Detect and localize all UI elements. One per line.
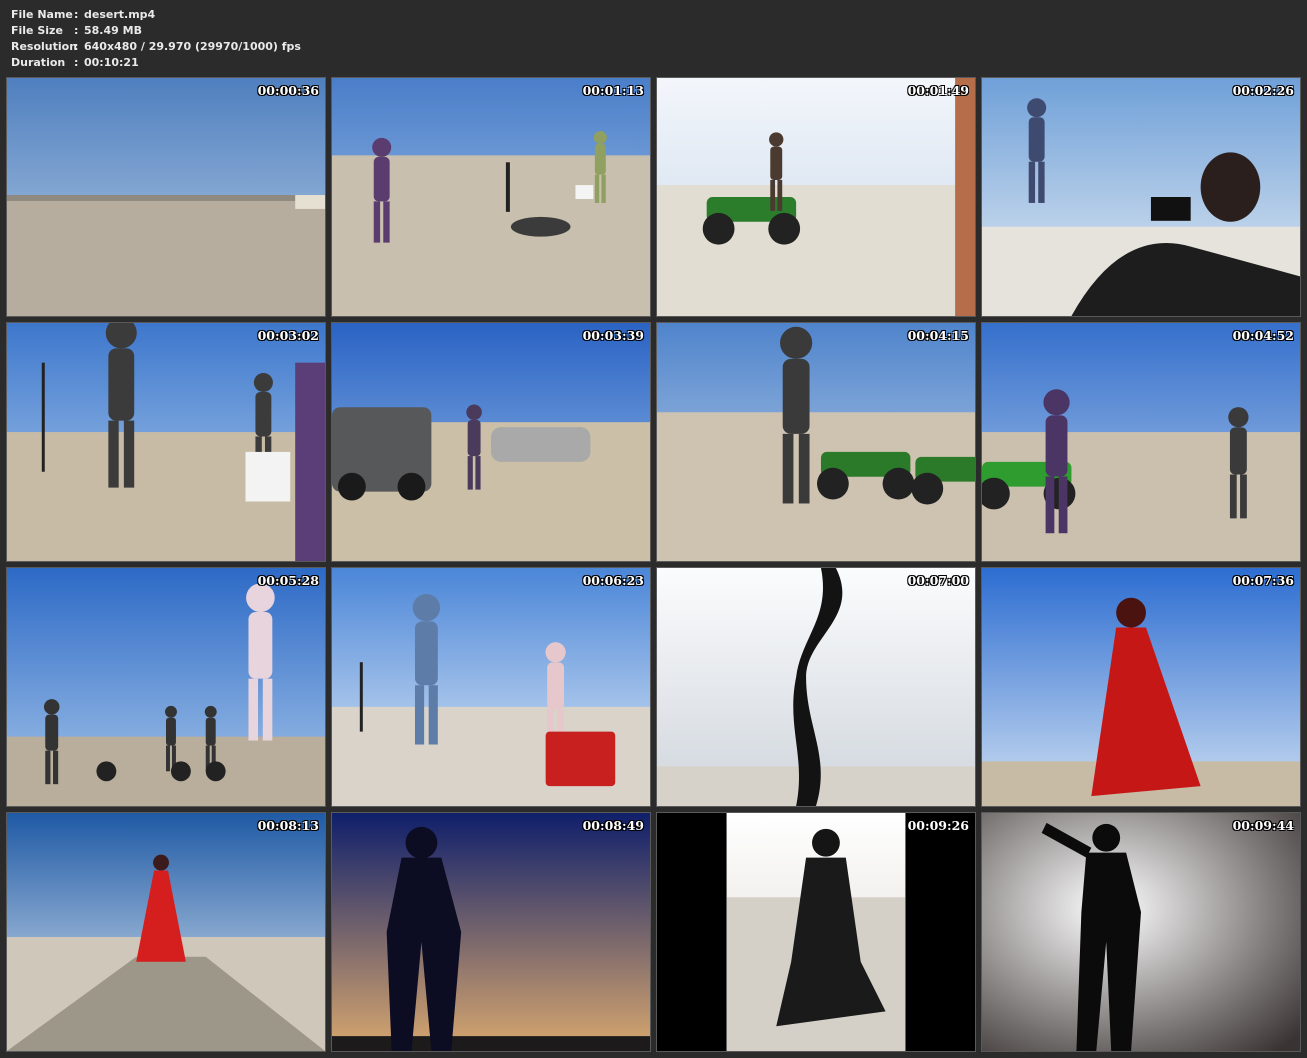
thumbnail-timestamp: 00:09:44 (1232, 818, 1294, 833)
separator: : (74, 40, 79, 53)
thumbnail-timestamp: 00:07:36 (1232, 573, 1294, 588)
thumbnail-frame-image (7, 813, 325, 1051)
resolution-label: Resolution (11, 40, 78, 53)
video-thumbnail[interactable]: 00:01:49 (656, 77, 976, 317)
thumbnail-frame-image (332, 323, 650, 561)
video-thumbnail[interactable]: 00:04:52 (981, 322, 1301, 562)
file-size-row: File Size : 58.49 MB (11, 23, 301, 39)
thumbnail-timestamp: 00:01:13 (582, 83, 644, 98)
video-thumbnail[interactable]: 00:03:02 (6, 322, 326, 562)
thumbnail-timestamp: 00:01:49 (907, 83, 969, 98)
video-thumbnail[interactable]: 00:05:28 (6, 567, 326, 807)
resolution-row: Resolution : 640x480 / 29.970 (29970/100… (11, 39, 301, 55)
video-thumbnail[interactable]: 00:09:26 (656, 812, 976, 1052)
separator: : (74, 56, 79, 69)
thumbnail-frame-image (657, 568, 975, 806)
thumbnail-timestamp: 00:04:52 (1232, 328, 1294, 343)
thumbnail-timestamp: 00:03:02 (257, 328, 319, 343)
thumbnail-frame-image (657, 813, 975, 1051)
thumbnail-frame-image (982, 323, 1300, 561)
thumbnail-timestamp: 00:03:39 (582, 328, 644, 343)
thumbnail-timestamp: 00:02:26 (1232, 83, 1294, 98)
video-thumbnail[interactable]: 00:02:26 (981, 77, 1301, 317)
thumbnail-timestamp: 00:07:00 (907, 573, 969, 588)
video-thumbnail[interactable]: 00:09:44 (981, 812, 1301, 1052)
separator: : (74, 24, 79, 37)
thumbnail-frame-image (7, 323, 325, 561)
thumbnail-frame-image (982, 813, 1300, 1051)
video-thumbnail[interactable]: 00:00:36 (6, 77, 326, 317)
thumbnail-frame-image (982, 78, 1300, 316)
video-thumbnail[interactable]: 00:08:49 (331, 812, 651, 1052)
thumbnail-frame-image (657, 323, 975, 561)
file-size-label: File Size (11, 24, 63, 37)
thumbnail-frame-image (657, 78, 975, 316)
duration-label: Duration (11, 56, 66, 69)
thumbnail-timestamp: 00:04:15 (907, 328, 969, 343)
video-thumbnail[interactable]: 00:08:13 (6, 812, 326, 1052)
thumbnail-timestamp: 00:08:49 (582, 818, 644, 833)
video-thumbnail[interactable]: 00:04:15 (656, 322, 976, 562)
file-size-value: 58.49 MB (84, 24, 142, 37)
thumbnail-frame-image (332, 813, 650, 1051)
resolution-value: 640x480 / 29.970 (29970/1000) fps (84, 40, 301, 53)
separator: : (74, 8, 79, 21)
thumbnail-frame-image (7, 78, 325, 316)
thumbnail-timestamp: 00:08:13 (257, 818, 319, 833)
video-thumbnail[interactable]: 00:06:23 (331, 567, 651, 807)
video-thumbnail[interactable]: 00:03:39 (331, 322, 651, 562)
file-name-value: desert.mp4 (84, 8, 156, 21)
file-name-row: File Name : desert.mp4 (11, 7, 301, 23)
thumbnail-frame-image (7, 568, 325, 806)
thumbnail-timestamp: 00:00:36 (257, 83, 319, 98)
duration-value: 00:10:21 (84, 56, 139, 69)
thumbnail-frame-image (332, 78, 650, 316)
thumbnail-timestamp: 00:09:26 (907, 818, 969, 833)
file-info-panel: File Name : desert.mp4 File Size : 58.49… (11, 7, 301, 71)
thumbnail-frame-image (332, 568, 650, 806)
thumbnail-timestamp: 00:06:23 (582, 573, 644, 588)
video-thumbnail[interactable]: 00:01:13 (331, 77, 651, 317)
video-thumbnail[interactable]: 00:07:00 (656, 567, 976, 807)
thumbnail-timestamp: 00:05:28 (257, 573, 319, 588)
video-thumbnail[interactable]: 00:07:36 (981, 567, 1301, 807)
thumbnail-frame-image (982, 568, 1300, 806)
file-name-label: File Name (11, 8, 73, 21)
duration-row: Duration : 00:10:21 (11, 55, 301, 71)
